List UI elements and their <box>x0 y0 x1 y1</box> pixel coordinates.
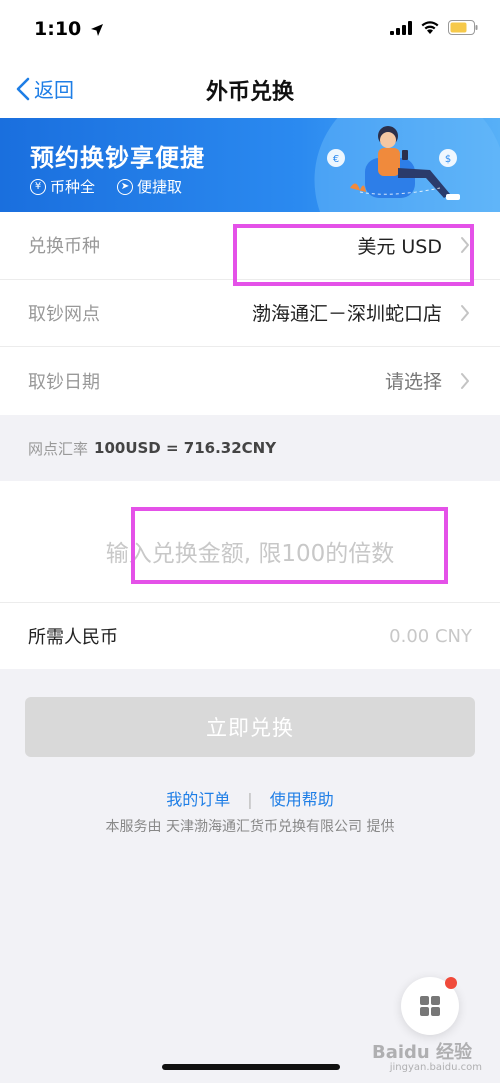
watermark-logo: Baidu 经验 <box>371 1042 472 1063</box>
wifi-icon <box>421 21 439 34</box>
status-bar: 1:10 <box>0 0 500 60</box>
svg-text:$: $ <box>445 154 451 165</box>
rmb-label: 所需人民币 <box>28 627 118 648</box>
row-label: 取钞日期 <box>28 371 100 393</box>
status-time-text: 1:10 <box>34 18 82 40</box>
rate-value: 100USD = 716.32CNY <box>94 439 277 457</box>
home-indicator <box>162 1064 340 1070</box>
banner-tag: ¥ 币种全 <box>30 176 95 197</box>
footer-links: 我的订单 | 使用帮助 <box>0 786 500 810</box>
watermark-logo: jingyan.baidu.com <box>389 1062 482 1073</box>
exchange-rate: 网点汇率 100USD = 716.32CNY <box>0 415 500 481</box>
chevron-right-icon <box>461 372 469 389</box>
row-label: 兑换币种 <box>28 236 100 258</box>
status-icons <box>390 20 478 35</box>
banner-tag-label: 币种全 <box>50 178 96 196</box>
amount-input[interactable] <box>0 509 500 599</box>
nav-bar: 返回 外币兑换 <box>0 60 500 118</box>
promo-banner[interactable]: 预约换钞享便捷 ¥ 币种全 ➤ 便捷取 € $ ¥ <box>0 118 500 212</box>
currency-value: 美元 USD <box>357 235 442 258</box>
help-link[interactable]: 使用帮助 <box>270 790 334 809</box>
rate-label: 网点汇率 <box>28 439 89 458</box>
banner-tag-label: 便捷取 <box>137 178 183 196</box>
chevron-right-icon <box>461 304 469 321</box>
svg-text:€: € <box>333 154 339 165</box>
banner-title: 预约换钞享便捷 <box>30 144 205 172</box>
date-select-row[interactable]: 取钞日期 请选择 <box>0 347 500 415</box>
location-arrow-icon <box>90 23 103 36</box>
banner-tag: ➤ 便捷取 <box>117 176 182 197</box>
notification-dot <box>445 977 457 989</box>
status-time: 1:10 <box>34 18 104 40</box>
rmb-required-row: 所需人民币 0.00 CNY <box>0 603 500 669</box>
page-title: 外币兑换 <box>205 80 294 105</box>
provider-note: 本服务由 天津渤海通汇货币兑换有限公司 提供 <box>105 819 395 835</box>
yen-icon: ¥ <box>30 178 46 195</box>
banner-illustration: € $ ¥ <box>314 118 500 212</box>
chevron-right-icon <box>461 237 469 254</box>
banner-tags: ¥ 币种全 ➤ 便捷取 <box>30 176 182 197</box>
rmb-value: 0.00 CNY <box>389 625 472 647</box>
link-separator: | <box>247 790 253 809</box>
battery-icon <box>448 20 478 35</box>
my-orders-link[interactable]: 我的订单 <box>166 790 230 809</box>
floating-menu-button[interactable] <box>401 977 459 1035</box>
amount-card: 所需人民币 0.00 CNY <box>0 481 500 669</box>
send-icon: ➤ <box>117 178 134 195</box>
exchange-form: 兑换币种 美元 USD 取钞网点 渤海通汇－深圳蛇口店 取钞日期 请选择 <box>0 212 500 415</box>
branch-value: 渤海通汇－深圳蛇口店 <box>251 303 442 326</box>
row-label: 取钞网点 <box>28 303 100 325</box>
grid-icon <box>420 996 440 1016</box>
branch-select-row[interactable]: 取钞网点 渤海通汇－深圳蛇口店 <box>0 280 500 347</box>
signal-icon <box>390 20 412 35</box>
date-value: 请选择 <box>384 371 442 394</box>
currency-select-row[interactable]: 兑换币种 美元 USD <box>0 212 500 280</box>
exchange-now-button[interactable]: 立即兑换 <box>25 697 475 757</box>
